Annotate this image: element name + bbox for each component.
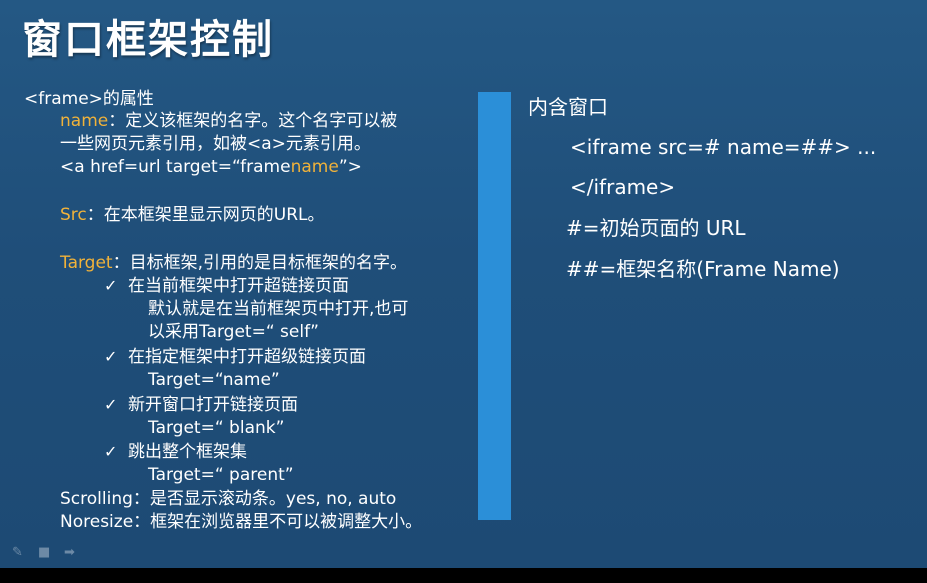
target-option-2-note: Target=“name” <box>148 370 280 390</box>
name-key: name <box>60 111 109 131</box>
scrolling-property: Scrolling：是否显示滚动条。yes, no, auto <box>60 488 396 510</box>
check-icon: ✓ <box>104 276 118 295</box>
src-desc: ：在本框架里显示网页的URL。 <box>86 205 325 225</box>
target-property: Target：目标框架,引用的是目标框架的名字。 <box>60 252 407 274</box>
bottom-bar <box>0 568 927 583</box>
target-option-3-note: Target=“ blank” <box>148 418 285 438</box>
target-option-3: 新开窗口打开链接页面 <box>128 395 298 415</box>
target-option-1: 在当前框架中打开超链接页面 <box>128 276 349 296</box>
frame-properties-heading: <frame>的属性 <box>24 89 154 109</box>
anchor-highlight: name <box>290 157 339 177</box>
name-property: name：定义该框架的名字。这个名字可以被 <box>60 110 397 132</box>
scrolling-desc: ：是否显示滚动条。yes, no, auto <box>132 489 397 509</box>
src-property: Src：在本框架里显示网页的URL。 <box>60 204 325 226</box>
target-key: Target <box>60 253 113 273</box>
check-icon: ✓ <box>104 347 118 366</box>
noresize-desc: ：框架在浏览器里不可以被调整大小。 <box>133 512 423 532</box>
slide-title: 窗口框架控制 <box>22 17 274 63</box>
iframe-heading: 内含窗口 <box>528 95 608 119</box>
src-key: Src <box>60 205 87 225</box>
iframe-note-url: #=初始页面的 URL <box>566 216 746 240</box>
target-option-4: 跳出整个框架集 <box>128 442 247 462</box>
target-desc: ：目标框架,引用的是目标框架的名字。 <box>112 253 407 273</box>
next-icon[interactable]: ➡ <box>64 545 75 561</box>
target-option-2: 在指定框架中打开超级链接页面 <box>128 347 366 367</box>
anchor-example: <a href=url target=“framename”> <box>60 156 362 178</box>
iframe-code-close: </iframe> <box>570 175 676 199</box>
pen-icon[interactable]: ✎ <box>12 545 23 561</box>
slide: 窗口框架控制 <frame>的属性 name：定义该框架的名字。这个名字可以被 … <box>0 0 927 568</box>
divider-bar <box>478 92 511 520</box>
noresize-property: Noresize：框架在浏览器里不可以被调整大小。 <box>60 511 422 533</box>
check-icon: ✓ <box>104 442 118 461</box>
target-option-1-note-2: 以采用Target=“ self” <box>148 322 319 342</box>
name-desc: ：定义该框架的名字。这个名字可以被 <box>108 111 398 131</box>
anchor-pre: <a href=url target=“frame <box>60 157 291 177</box>
target-option-1-note-1: 默认就是在当前框架页中打开,也可 <box>148 299 409 319</box>
target-option-4-note: Target=“ parent” <box>148 465 294 485</box>
check-icon: ✓ <box>104 395 118 414</box>
iframe-code-open: <iframe src=# name=##> ... <box>570 135 877 159</box>
noresize-key: Noresize <box>60 512 134 532</box>
scrolling-key: Scrolling <box>60 489 133 509</box>
anchor-post: ”> <box>338 157 362 177</box>
screen-icon[interactable]: ■ <box>38 545 50 561</box>
name-desc-2: 一些网页元素引用，如被<a>元素引用。 <box>60 134 371 154</box>
iframe-note-name: ##=框架名称(Frame Name) <box>566 257 840 281</box>
